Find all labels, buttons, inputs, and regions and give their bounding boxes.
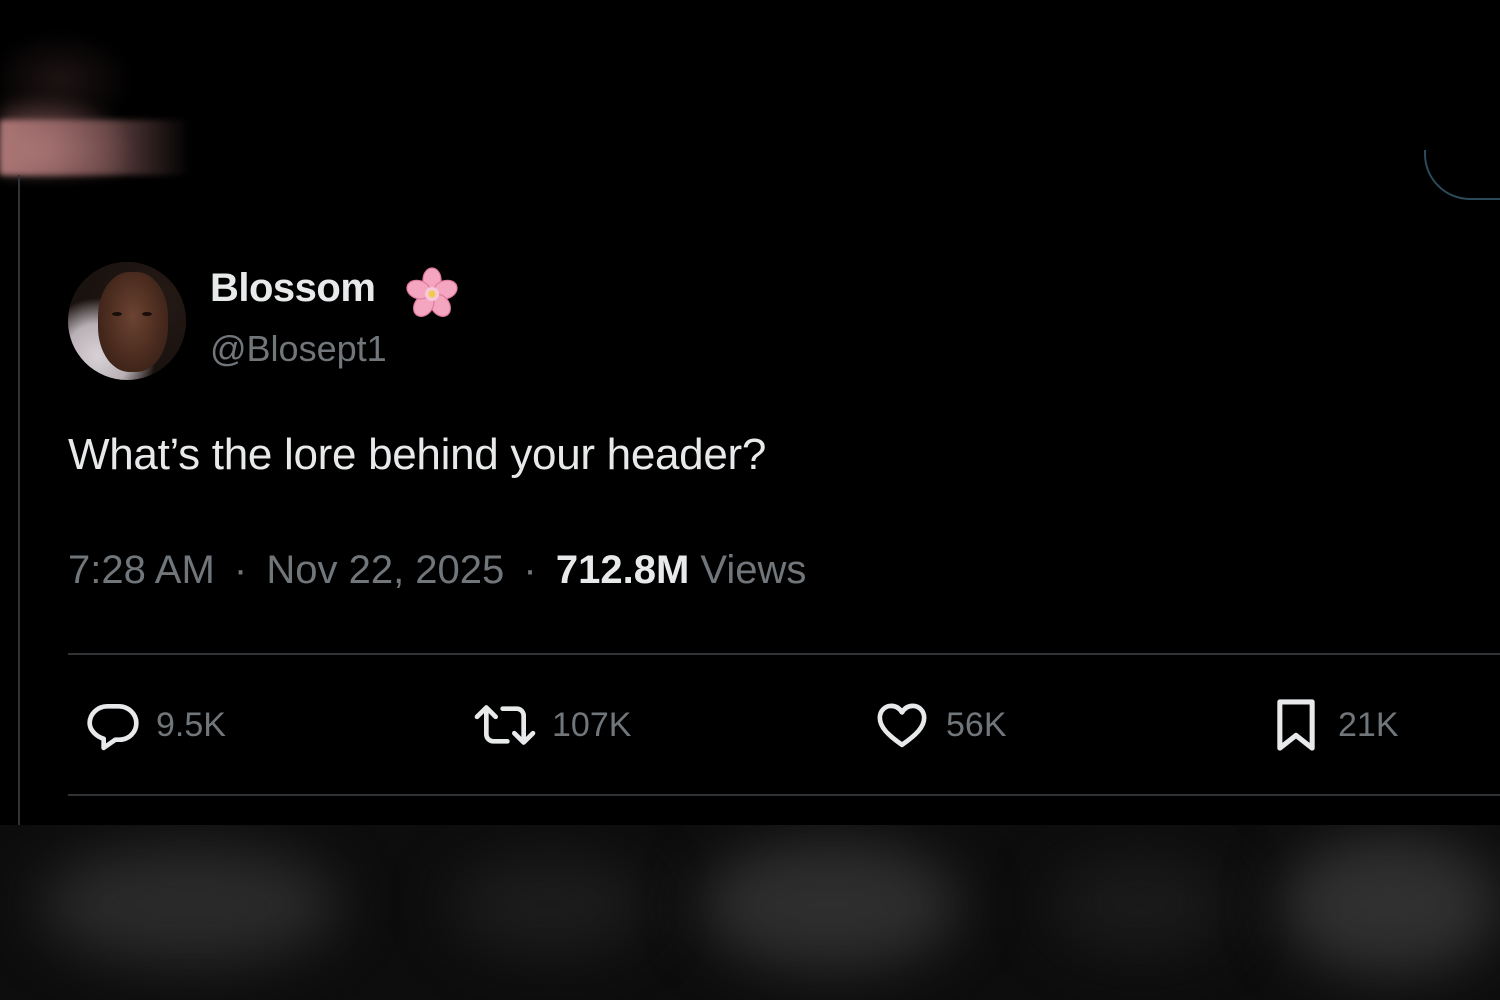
blur-blob xyxy=(1280,835,1500,975)
divider-bottom xyxy=(68,794,1500,796)
display-name[interactable]: Blossom xyxy=(210,266,376,311)
card-corner-outline xyxy=(1424,150,1500,200)
heart-icon xyxy=(877,703,927,748)
like-button[interactable]: 56K xyxy=(872,695,1007,755)
avatar[interactable] xyxy=(68,262,186,380)
avatar-face xyxy=(98,272,168,372)
timeline-left-border xyxy=(18,175,20,825)
blur-blob xyxy=(40,845,340,965)
divider-top xyxy=(68,653,1500,655)
meta-separator: · xyxy=(523,548,537,592)
views-count: 712.8M xyxy=(555,548,690,592)
user-handle[interactable]: @Blosept1 xyxy=(210,328,387,370)
blurred-header-edge xyxy=(0,120,190,175)
tweet-date[interactable]: Nov 22, 2025 xyxy=(266,548,504,592)
blur-blob xyxy=(700,840,960,970)
bookmark-button[interactable]: 21K xyxy=(1268,695,1399,755)
blur-blob xyxy=(450,855,650,955)
reply-button[interactable]: 9.5K xyxy=(84,695,226,755)
meta-separator: · xyxy=(233,548,248,592)
tweet-time[interactable]: 7:28 AM xyxy=(68,548,215,592)
bookmark-icon xyxy=(1277,699,1315,751)
tweet-text: What’s the lore behind your header? xyxy=(68,430,767,479)
reply-icon xyxy=(87,704,139,751)
avatar-eye-right xyxy=(142,312,152,316)
cherry-blossom-icon xyxy=(406,267,458,317)
like-count: 56K xyxy=(946,705,1007,744)
repost-count: 107K xyxy=(552,705,632,744)
blurred-background-band xyxy=(0,825,1500,1000)
blur-blob xyxy=(1050,855,1230,955)
screenshot-canvas: Blossom @Blosept1 What’s the lore behind… xyxy=(0,0,1500,1000)
reply-count: 9.5K xyxy=(156,705,226,744)
views-label: Views xyxy=(700,548,807,592)
avatar-eye-left xyxy=(112,312,122,316)
repost-icon xyxy=(474,705,536,745)
repost-button[interactable]: 107K xyxy=(472,695,631,755)
bookmark-count: 21K xyxy=(1338,705,1399,744)
tweet-meta: 7:28 AM · Nov 22, 2025 · 712.8M Views xyxy=(68,548,806,593)
